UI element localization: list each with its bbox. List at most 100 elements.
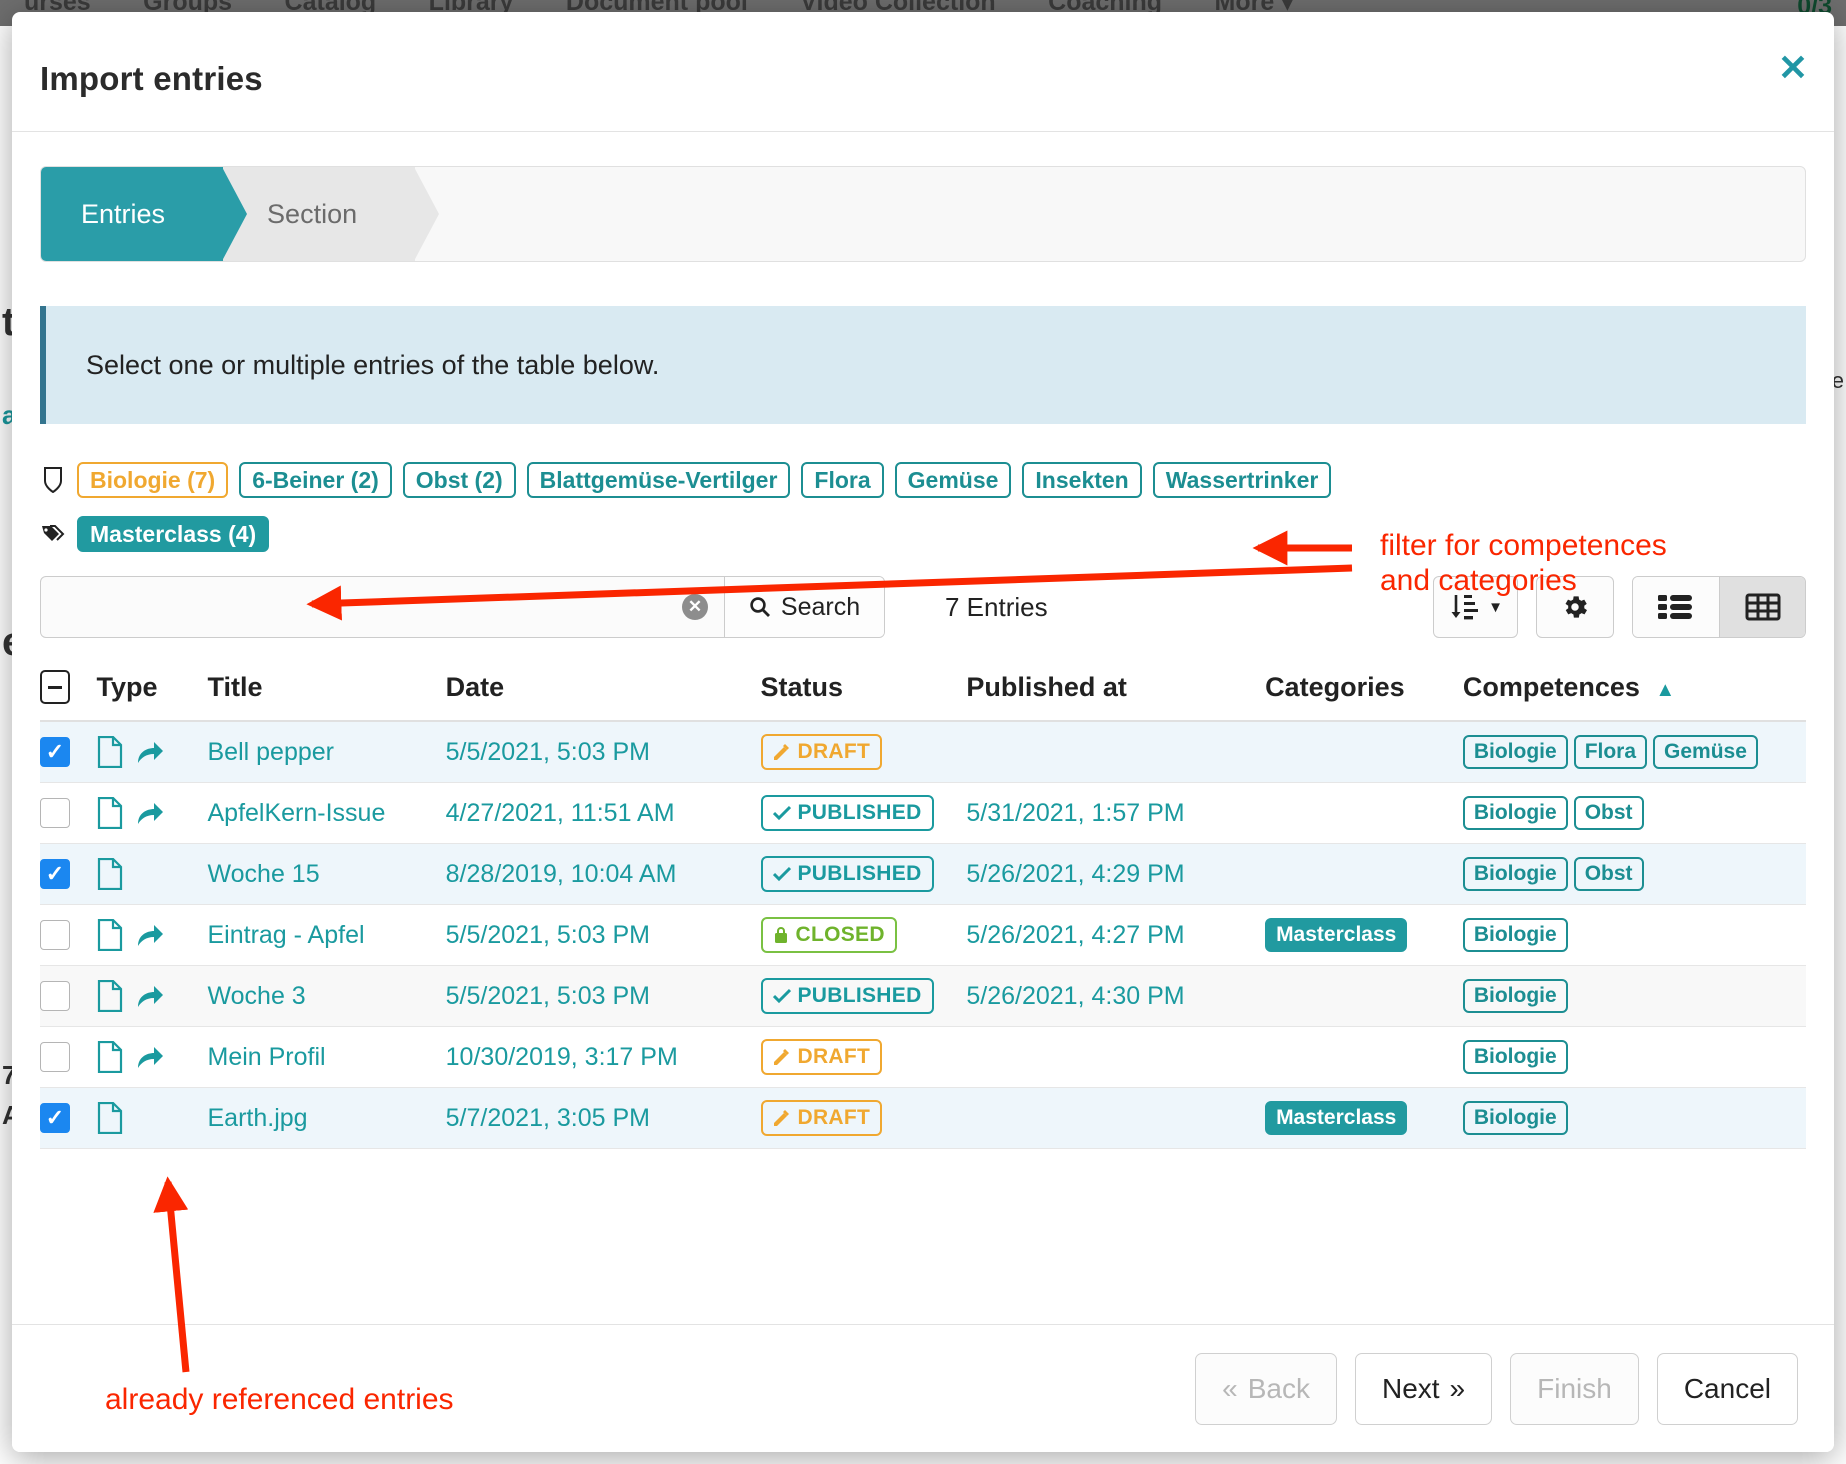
- check-icon: [773, 866, 791, 882]
- row-status-cell: PUBLISHED: [761, 844, 967, 905]
- competence-badge: Biologie: [1463, 735, 1568, 769]
- row-categories: [1265, 966, 1463, 1027]
- column-header-competences[interactable]: Competences ▲: [1463, 664, 1806, 721]
- table-row[interactable]: Woche 35/5/2021, 5:03 PMPUBLISHED5/26/20…: [40, 966, 1806, 1027]
- row-title[interactable]: Bell pepper: [208, 721, 446, 783]
- nav-item-groups[interactable]: Groups: [119, 0, 256, 12]
- row-title[interactable]: Eintrag - Apfel: [208, 905, 446, 966]
- row-date: 5/5/2021, 5:03 PM: [446, 905, 761, 966]
- entries-table-head: Type Title Date Status Published at Cate…: [40, 664, 1806, 721]
- nav-item-courses[interactable]: urses: [0, 0, 115, 12]
- back-button[interactable]: « Back: [1195, 1353, 1337, 1425]
- row-type-cell: [97, 783, 208, 844]
- competence-chip-gemuese[interactable]: Gemüse: [895, 462, 1012, 498]
- competence-chip-blattgemuese-vertilger[interactable]: Blattgemüse-Vertilger: [527, 462, 791, 498]
- row-categories: [1265, 721, 1463, 783]
- info-banner-text: Select one or multiple entries of the ta…: [86, 350, 659, 381]
- check-icon: [773, 805, 791, 821]
- competence-chip-wassertrinker[interactable]: Wassertrinker: [1153, 462, 1332, 498]
- table-row[interactable]: ✓Woche 158/28/2019, 10:04 AMPUBLISHED5/2…: [40, 844, 1806, 905]
- cancel-button[interactable]: Cancel: [1657, 1353, 1798, 1425]
- competence-chip-flora[interactable]: Flora: [801, 462, 883, 498]
- column-header-published-at[interactable]: Published at: [966, 664, 1265, 721]
- competence-chip-6-beiner[interactable]: 6-Beiner (2): [239, 462, 392, 498]
- share-arrow-icon: [135, 1043, 165, 1071]
- competence-chip-obst[interactable]: Obst (2): [403, 462, 516, 498]
- row-title[interactable]: Mein Profil: [208, 1027, 446, 1088]
- column-header-title[interactable]: Title: [208, 664, 446, 721]
- row-competences: Biologie: [1463, 1027, 1806, 1088]
- column-header-status[interactable]: Status: [761, 664, 967, 721]
- column-header-date[interactable]: Date: [446, 664, 761, 721]
- row-status-cell: DRAFT: [761, 721, 967, 783]
- competence-chip-insekten[interactable]: Insekten: [1022, 462, 1141, 498]
- row-type-cell: [97, 966, 208, 1027]
- share-arrow-icon: [135, 982, 165, 1010]
- competence-badge: Obst: [1574, 796, 1644, 830]
- nav-item-more[interactable]: More ▾: [1191, 0, 1318, 12]
- settings-button[interactable]: [1536, 576, 1614, 638]
- check-icon: [773, 988, 791, 1004]
- select-all-header: [40, 664, 97, 721]
- nav-item-library[interactable]: Library: [405, 0, 538, 12]
- row-checkbox[interactable]: ✓: [40, 737, 70, 767]
- table-view-button[interactable]: [1719, 577, 1805, 637]
- row-title[interactable]: ApfelKern-Issue: [208, 783, 446, 844]
- table-row[interactable]: ApfelKern-Issue4/27/2021, 11:51 AMPUBLIS…: [40, 783, 1806, 844]
- next-button[interactable]: Next »: [1355, 1353, 1492, 1425]
- row-status-cell: PUBLISHED: [761, 966, 967, 1027]
- table-view-icon: [1745, 592, 1781, 622]
- row-type-cell: [97, 905, 208, 966]
- document-icon: [97, 1041, 123, 1073]
- list-view-button[interactable]: [1633, 577, 1719, 637]
- wizard-step-section[interactable]: Section: [223, 167, 415, 261]
- row-type-cell: [97, 844, 208, 905]
- row-checkbox[interactable]: [40, 1042, 70, 1072]
- row-date: 10/30/2019, 3:17 PM: [446, 1027, 761, 1088]
- finish-button[interactable]: Finish: [1510, 1353, 1639, 1425]
- nav-item-video-collection[interactable]: Video Collection: [776, 0, 1019, 12]
- cancel-button-label: Cancel: [1684, 1373, 1771, 1405]
- modal-footer: « Back Next » Finish Cancel: [12, 1324, 1834, 1452]
- close-icon[interactable]: ✕: [1778, 50, 1808, 86]
- row-checkbox[interactable]: [40, 920, 70, 950]
- table-row[interactable]: ✓Earth.jpg5/7/2021, 3:05 PMDRAFTMastercl…: [40, 1088, 1806, 1149]
- competence-badge: Biologie: [1463, 979, 1568, 1013]
- row-categories: [1265, 1027, 1463, 1088]
- row-date: 4/27/2021, 11:51 AM: [446, 783, 761, 844]
- nav-item-document-pool[interactable]: Document pool: [542, 0, 772, 12]
- row-checkbox[interactable]: ✓: [40, 1103, 70, 1133]
- search-group: ✕ Search: [40, 576, 885, 638]
- status-badge: DRAFT: [761, 1039, 883, 1075]
- row-published-at: 5/26/2021, 4:27 PM: [966, 905, 1265, 966]
- nav-item-catalog[interactable]: Catalog: [261, 0, 401, 12]
- row-title[interactable]: Woche 15: [208, 844, 446, 905]
- tag-icon: [40, 519, 66, 549]
- sort-button[interactable]: ▼: [1433, 576, 1518, 638]
- column-header-categories[interactable]: Categories: [1265, 664, 1463, 721]
- category-chip-masterclass[interactable]: Masterclass (4): [77, 516, 269, 552]
- row-checkbox[interactable]: ✓: [40, 859, 70, 889]
- row-select-cell: ✓: [40, 721, 97, 783]
- row-checkbox[interactable]: [40, 798, 70, 828]
- row-competences: Biologie: [1463, 966, 1806, 1027]
- competence-chip-biologie[interactable]: Biologie (7): [77, 462, 228, 498]
- clear-circle-icon[interactable]: ✕: [682, 594, 708, 620]
- table-row[interactable]: Mein Profil10/30/2019, 3:17 PMDRAFT Biolo…: [40, 1027, 1806, 1088]
- table-row[interactable]: Eintrag - Apfel5/5/2021, 5:03 PMCLOSED5/…: [40, 905, 1806, 966]
- search-button[interactable]: Search: [724, 577, 884, 637]
- row-published-at: 5/26/2021, 4:29 PM: [966, 844, 1265, 905]
- search-input[interactable]: [41, 577, 724, 637]
- select-all-checkbox[interactable]: [40, 670, 70, 704]
- row-title[interactable]: Earth.jpg: [208, 1088, 446, 1149]
- row-categories: Masterclass: [1265, 905, 1463, 966]
- row-status-cell: DRAFT: [761, 1027, 967, 1088]
- row-checkbox[interactable]: [40, 981, 70, 1011]
- row-title[interactable]: Woche 3: [208, 966, 446, 1027]
- nav-item-coaching[interactable]: Coaching: [1024, 0, 1186, 12]
- pencil-icon: [773, 743, 791, 761]
- column-header-type[interactable]: Type: [97, 664, 208, 721]
- wizard-step-entries[interactable]: Entries: [41, 167, 223, 261]
- status-badge: DRAFT: [761, 1100, 883, 1136]
- table-row[interactable]: ✓Bell pepper5/5/2021, 5:03 PMDRAFTBiolog…: [40, 721, 1806, 783]
